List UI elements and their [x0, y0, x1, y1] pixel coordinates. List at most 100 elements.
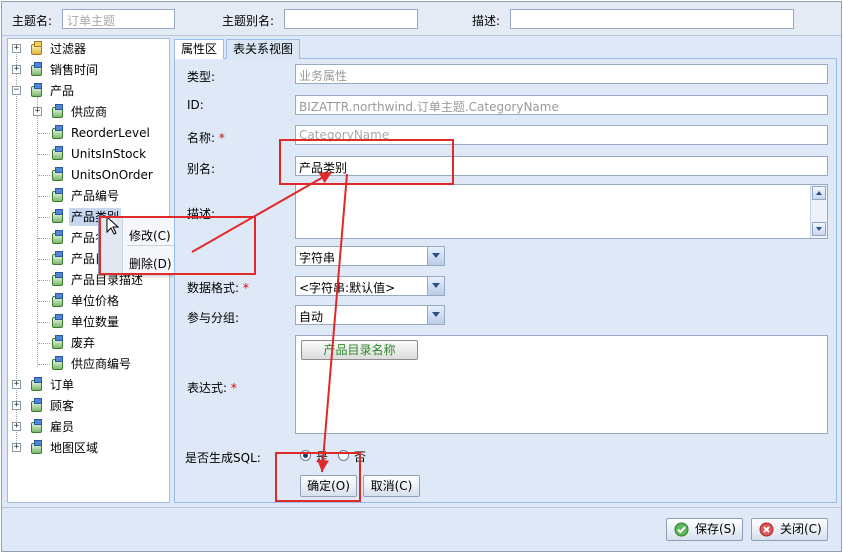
tab-table-relation-view[interactable]: 表关系视图 [226, 39, 301, 59]
expand-icon[interactable]: + [12, 44, 21, 53]
field-icon [50, 125, 65, 140]
window-frame: 主题名: 订单主题 主题别名: 描述: + 过滤器 + 销售时间 − 产品 + [1, 1, 842, 552]
chevron-down-icon[interactable] [427, 306, 444, 324]
tree-item-label: 产品 [50, 84, 75, 98]
tree-item-label: 单位数量 [71, 315, 120, 329]
format-label-text: 数据格式: [187, 281, 240, 295]
tree-item-label: 地图区域 [50, 441, 99, 455]
tree-line [38, 301, 50, 302]
save-button[interactable]: 保存(S) [666, 518, 743, 541]
tree-item-label: UnitsOnOrder [71, 168, 153, 182]
chevron-down-icon[interactable] [427, 277, 444, 295]
close-circle-icon [759, 522, 774, 537]
expand-icon[interactable]: + [33, 107, 42, 116]
tree-item-label: 顾客 [50, 399, 75, 413]
generate-sql-label: 是否生成SQL: [185, 451, 261, 465]
tree-item-units-in-stock[interactable]: UnitsInStock [33, 145, 163, 163]
field-icon [29, 398, 44, 413]
dialog-footer: 保存(S) 关闭(C) [2, 507, 841, 551]
tree-item-label: ReorderLevel [71, 126, 150, 140]
field-icon [29, 440, 44, 455]
tree-item-sales-time[interactable]: + 销售时间 [12, 61, 162, 79]
expression-token[interactable]: 产品目录名称 [301, 340, 418, 360]
expression-editor[interactable]: 产品目录名称 [295, 335, 828, 434]
field-icon [50, 293, 65, 308]
expression-label: 表达式: * [187, 379, 237, 396]
id-label: ID: [187, 98, 204, 112]
tree-item-reorder-level[interactable]: ReorderLevel [33, 124, 163, 142]
tab-properties[interactable]: 属性区 [174, 39, 225, 60]
expand-icon[interactable]: + [12, 443, 21, 452]
annotation-box-context-menu [99, 216, 256, 275]
field-icon [50, 188, 65, 203]
field-icon [50, 335, 65, 350]
tree-item-product-id[interactable]: 产品编号 [33, 187, 163, 205]
collapse-icon[interactable]: − [12, 86, 21, 95]
tree-item-supplier[interactable]: + 供应商 [33, 103, 163, 121]
tree-line [38, 133, 50, 134]
chevron-down-icon[interactable] [427, 247, 444, 265]
check-circle-icon [674, 522, 689, 537]
save-button-label: 保存(S) [695, 522, 736, 536]
tree-item-employees[interactable]: + 雇员 [12, 418, 162, 436]
tree-item-region[interactable]: + 地图区域 [12, 439, 162, 457]
description-scrollbar[interactable] [810, 185, 827, 238]
expand-icon[interactable]: + [12, 380, 21, 389]
subject-alias-label: 主题别名: [222, 14, 275, 28]
field-icon [50, 167, 65, 182]
tree-item-customers[interactable]: + 顾客 [12, 397, 162, 415]
subject-name-input[interactable]: 订单主题 [62, 9, 175, 29]
annotation-box-alias [279, 139, 454, 185]
tree-item-filters[interactable]: + 过滤器 [12, 40, 162, 58]
tree-line [38, 280, 50, 281]
tab-strip: 属性区 表关系视图 [174, 39, 837, 60]
field-icon [50, 209, 65, 224]
tree-item-unit-price[interactable]: 单位价格 [33, 292, 163, 310]
field-icon [29, 419, 44, 434]
tree-item-label: 过滤器 [50, 42, 87, 56]
expand-icon[interactable]: + [12, 401, 21, 410]
group-select[interactable]: 自动 [295, 305, 445, 325]
field-icon [50, 104, 65, 119]
tree-item-label: 销售时间 [50, 63, 99, 77]
subject-header-bar: 主题名: 订单主题 主题别名: 描述: [2, 2, 841, 36]
filter-icon [29, 41, 44, 56]
expand-icon[interactable]: + [12, 422, 21, 431]
tree-line [38, 217, 50, 218]
required-mark: * [218, 131, 225, 145]
required-mark: * [230, 381, 237, 395]
field-icon [29, 83, 44, 98]
close-button[interactable]: 关闭(C) [751, 518, 828, 541]
tree-item-units-on-order[interactable]: UnitsOnOrder [33, 166, 163, 184]
tree-item-supplier-id[interactable]: 供应商编号 [33, 355, 163, 373]
subject-description-input[interactable] [510, 9, 794, 29]
tree-item-label: 供应商 [71, 105, 108, 119]
scroll-down-icon[interactable] [812, 222, 826, 236]
tree-item-label: 订单 [50, 378, 75, 392]
tree-item-discontinued[interactable]: 废弃 [33, 334, 163, 352]
field-icon [50, 230, 65, 245]
field-icon [50, 251, 65, 266]
close-button-label: 关闭(C) [780, 522, 822, 536]
tree-line [38, 154, 50, 155]
type-field: 业务属性 [295, 64, 828, 84]
alias-label: 别名: [187, 162, 216, 176]
tree-item-product[interactable]: − 产品 [12, 82, 162, 100]
name-label: 名称: * [187, 129, 225, 146]
required-mark: * [242, 281, 249, 295]
expand-icon[interactable]: + [12, 65, 21, 74]
description-textarea[interactable] [295, 184, 828, 239]
subject-name-label: 主题名: [12, 14, 53, 28]
tree-item-orders[interactable]: + 订单 [12, 376, 162, 394]
data-type-select[interactable]: 字符串 [295, 246, 445, 266]
scroll-up-icon[interactable] [812, 186, 826, 200]
annotation-box-ok [275, 452, 361, 502]
subject-description-label: 描述: [472, 14, 501, 28]
tree-item-unit-quantity[interactable]: 单位数量 [33, 313, 163, 331]
tree-line [38, 238, 50, 239]
cancel-button[interactable]: 取消(C) [363, 475, 420, 497]
subject-alias-input[interactable] [284, 9, 418, 29]
field-icon [50, 146, 65, 161]
field-icon [50, 356, 65, 371]
data-format-select[interactable]: <字符串:默认值> [295, 276, 445, 296]
